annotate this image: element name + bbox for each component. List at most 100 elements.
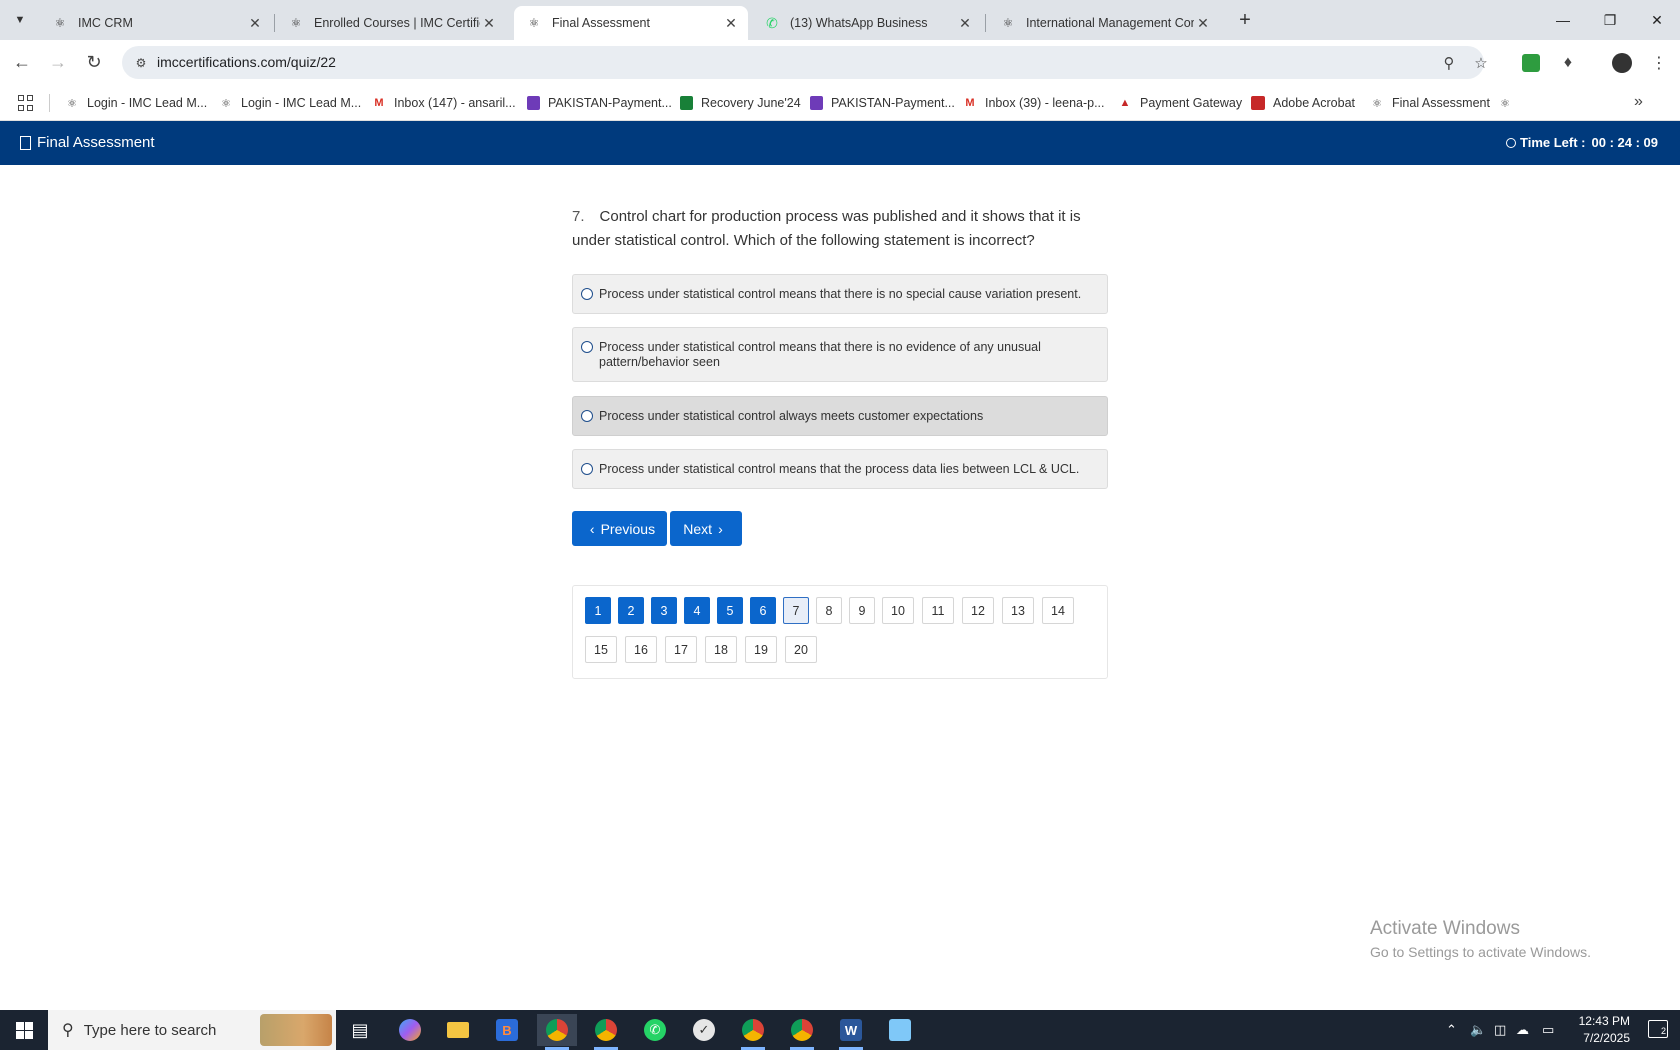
- page-button-1[interactable]: 1: [585, 597, 611, 624]
- tab-search-icon[interactable]: ▼: [8, 9, 32, 31]
- chrome-third-profile-icon[interactable]: [782, 1014, 822, 1050]
- page-button-2[interactable]: 2: [618, 597, 644, 624]
- answer-option-1[interactable]: Process under statistical control means …: [572, 274, 1108, 314]
- zoom-icon[interactable]: ⚲: [1438, 52, 1460, 74]
- show-hidden-icons[interactable]: ⌃: [1446, 1010, 1457, 1050]
- bookmark-inbox-leena[interactable]: M Inbox (39) - leena-p...: [962, 93, 1105, 113]
- reload-icon[interactable]: ↻: [82, 50, 106, 74]
- radio-button[interactable]: [581, 463, 593, 475]
- more-bookmarks-icon[interactable]: »: [1634, 93, 1643, 111]
- tab-whatsapp-business[interactable]: ✆ (13) WhatsApp Business ✕: [752, 6, 982, 40]
- whatsapp-extension-icon[interactable]: [1518, 50, 1544, 76]
- network-icon[interactable]: ◫: [1494, 1010, 1506, 1050]
- tab-international-management[interactable]: ⚛ International Management Con ✕: [988, 6, 1220, 40]
- page-button-15[interactable]: 15: [585, 636, 617, 663]
- bookmark-adobe-acrobat[interactable]: Adobe Acrobat: [1250, 93, 1355, 113]
- apps-grid-icon[interactable]: [16, 93, 36, 113]
- url-text[interactable]: imccertifications.com/quiz/22: [157, 54, 336, 70]
- page-button-14[interactable]: 14: [1042, 597, 1074, 624]
- bookmark-label: Inbox (39) - leena-p...: [985, 96, 1105, 110]
- back-arrow-icon[interactable]: ←: [10, 50, 34, 74]
- close-tab-icon[interactable]: ✕: [722, 14, 740, 32]
- profile-avatar[interactable]: [1609, 50, 1635, 76]
- cloud-weather-icon[interactable]: ☁: [1516, 1010, 1529, 1050]
- close-tab-icon[interactable]: ✕: [246, 14, 264, 32]
- answer-option-text: Process under statistical control means …: [599, 340, 1041, 369]
- close-tab-icon[interactable]: ✕: [1194, 14, 1212, 32]
- answer-option-4[interactable]: Process under statistical control means …: [572, 449, 1108, 489]
- imc-logo-icon: ⚛: [1372, 97, 1382, 110]
- notification-center-icon[interactable]: 2: [1648, 1020, 1668, 1038]
- close-tab-icon[interactable]: ✕: [480, 14, 498, 32]
- page-button-13[interactable]: 13: [1002, 597, 1034, 624]
- display-icon[interactable]: ▭: [1542, 1010, 1554, 1050]
- page-button-12[interactable]: 12: [962, 597, 994, 624]
- browser-menu-icon[interactable]: ⋮: [1646, 50, 1672, 76]
- page-button-5[interactable]: 5: [717, 597, 743, 624]
- bookmark-star-icon[interactable]: ☆: [1470, 52, 1492, 74]
- forward-arrow-icon[interactable]: →: [46, 50, 70, 74]
- page-button-20[interactable]: 20: [785, 636, 817, 663]
- radio-button[interactable]: [581, 410, 593, 422]
- bookmark-pakistan-payment-1[interactable]: PAKISTAN-Payment...: [525, 93, 672, 113]
- address-bar[interactable]: ⚙ imccertifications.com/quiz/22 ⚲ ☆: [122, 46, 1488, 79]
- chrome-alt-profile-icon[interactable]: [733, 1014, 773, 1050]
- imc-logo-icon: ⚛: [54, 16, 66, 30]
- bookmark-pakistan-payment-2[interactable]: PAKISTAN-Payment...: [808, 93, 955, 113]
- bookmark-recovery-june[interactable]: Recovery June'24: [678, 93, 801, 113]
- page-button-9[interactable]: 9: [849, 597, 875, 624]
- page-button-16[interactable]: 16: [625, 636, 657, 663]
- app-icon-clock[interactable]: ✓: [684, 1014, 724, 1046]
- extensions-puzzle-icon[interactable]: ♦: [1555, 50, 1581, 76]
- page-button-6[interactable]: 6: [750, 597, 776, 624]
- bookmark-login-imc-2[interactable]: ⚛ Login - IMC Lead M...: [218, 93, 361, 113]
- previous-button[interactable]: ‹ Previous: [572, 511, 667, 546]
- page-button-19[interactable]: 19: [745, 636, 777, 663]
- radio-button[interactable]: [581, 288, 593, 300]
- page-button-18[interactable]: 18: [705, 636, 737, 663]
- radio-button[interactable]: [581, 341, 593, 353]
- restore-button[interactable]: ❐: [1587, 4, 1633, 36]
- page-button-3[interactable]: 3: [651, 597, 677, 624]
- answer-option-3[interactable]: Process under statistical control always…: [572, 396, 1108, 436]
- tab-enrolled-courses[interactable]: ⚛ Enrolled Courses | IMC Certifica ✕: [276, 6, 506, 40]
- bookmark-label: Final Assessment: [1392, 96, 1490, 110]
- tab-imc-crm[interactable]: ⚛ IMC CRM ✕: [40, 6, 272, 40]
- tab-title: Final Assessment: [552, 16, 650, 30]
- bookmark-inbox-ansari[interactable]: M Inbox (147) - ansaril...: [371, 93, 515, 113]
- minimize-button[interactable]: —: [1540, 4, 1586, 36]
- start-button[interactable]: [0, 1010, 48, 1050]
- system-clock[interactable]: 12:43 PM 7/2/2025: [1579, 1013, 1630, 1047]
- page-button-11[interactable]: 11: [922, 597, 954, 624]
- chrome-icon[interactable]: [537, 1014, 577, 1050]
- new-tab-button[interactable]: +: [1233, 8, 1257, 32]
- page-button-7[interactable]: 7: [783, 597, 809, 624]
- answer-option-2[interactable]: Process under statistical control means …: [572, 327, 1108, 382]
- question-body: Control chart for production process was…: [572, 208, 1081, 249]
- site-info-icon[interactable]: ⚙: [130, 52, 152, 74]
- chrome-profile-icon[interactable]: [586, 1014, 626, 1050]
- whatsapp-taskbar-icon[interactable]: ✆: [635, 1014, 675, 1046]
- close-window-button[interactable]: ✕: [1634, 4, 1680, 36]
- search-highlight-image: [260, 1014, 332, 1046]
- word-icon[interactable]: W: [831, 1014, 871, 1050]
- file-explorer-icon[interactable]: [438, 1014, 478, 1046]
- volume-icon[interactable]: 🔈: [1470, 1010, 1486, 1050]
- task-view-icon[interactable]: ▤: [340, 1014, 380, 1046]
- tab-final-assessment[interactable]: ⚛ Final Assessment ✕: [514, 6, 748, 40]
- imc-logo-icon: ⚛: [221, 97, 231, 110]
- notepad-icon[interactable]: [880, 1014, 920, 1046]
- app-icon-blue[interactable]: B: [487, 1014, 527, 1046]
- next-button[interactable]: Next ›: [670, 511, 742, 546]
- page-button-10[interactable]: 10: [882, 597, 914, 624]
- taskbar-search-box[interactable]: ⚲ Type here to search: [48, 1010, 336, 1050]
- bookmark-final-assessment[interactable]: ⚛ Final Assessment: [1369, 93, 1490, 113]
- page-button-17[interactable]: 17: [665, 636, 697, 663]
- page-button-8[interactable]: 8: [816, 597, 842, 624]
- bookmark-imc-extra[interactable]: ⚛: [1497, 93, 1520, 113]
- bookmark-payment-gateway[interactable]: ▲ Payment Gateway: [1117, 93, 1243, 113]
- copilot-icon[interactable]: [390, 1014, 430, 1046]
- bookmark-login-imc-1[interactable]: ⚛ Login - IMC Lead M...: [64, 93, 207, 113]
- close-tab-icon[interactable]: ✕: [956, 14, 974, 32]
- page-button-4[interactable]: 4: [684, 597, 710, 624]
